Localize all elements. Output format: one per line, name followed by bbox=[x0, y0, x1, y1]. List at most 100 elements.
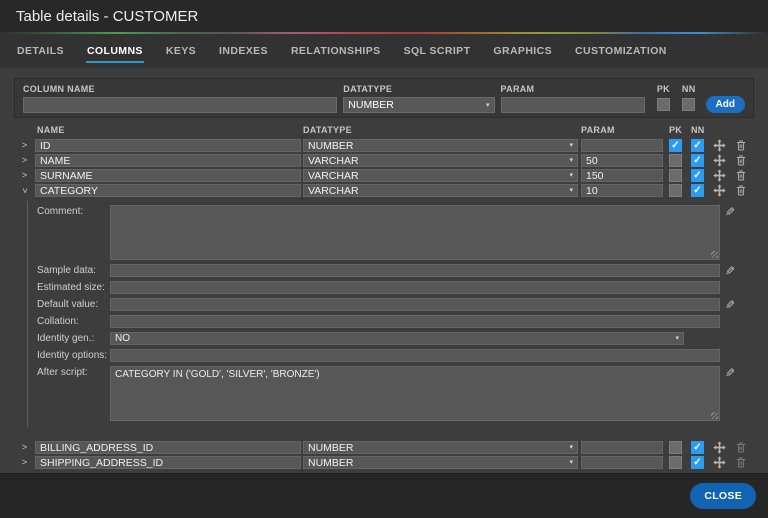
tab-customization[interactable]: CUSTOMIZATION bbox=[574, 41, 668, 63]
columns-tab-content: COLUMN NAME DATATYPE NUMBER ▾ PARAM PK N… bbox=[0, 68, 768, 473]
close-button[interactable]: CLOSE bbox=[690, 483, 756, 509]
trash-icon[interactable] bbox=[735, 139, 747, 152]
tab-relationships[interactable]: RELATIONSHIPS bbox=[290, 41, 382, 63]
add-column-form: COLUMN NAME DATATYPE NUMBER ▾ PARAM PK N… bbox=[14, 78, 754, 118]
chevron-down-icon: ▾ bbox=[675, 335, 679, 342]
nn-checkbox[interactable] bbox=[682, 98, 695, 111]
column-datatype-select[interactable]: NUMBER ▾ bbox=[303, 456, 578, 469]
add-column-button[interactable]: Add bbox=[706, 96, 745, 113]
chevron-right-icon[interactable]: > bbox=[14, 443, 35, 452]
tab-keys[interactable]: KEYS bbox=[165, 41, 197, 63]
trash-icon[interactable] bbox=[735, 441, 747, 454]
pk-checkbox[interactable] bbox=[669, 456, 682, 469]
nn-checkbox[interactable] bbox=[691, 169, 704, 182]
columns-list: NAME DATATYPE PARAM PK NN > NUMBER ▾ bbox=[14, 124, 754, 470]
pk-checkbox[interactable] bbox=[669, 154, 682, 167]
column-name-input[interactable] bbox=[23, 97, 337, 113]
column-name-field[interactable] bbox=[35, 169, 301, 182]
identity-options-label: Identity options: bbox=[37, 349, 110, 361]
trash-icon[interactable] bbox=[735, 169, 747, 182]
resize-grip-icon[interactable] bbox=[711, 251, 718, 258]
identity-options-input[interactable] bbox=[110, 349, 720, 362]
edit-pencil-icon[interactable]: ✎ bbox=[725, 299, 735, 311]
column-param-field[interactable] bbox=[581, 139, 663, 152]
pk-checkbox[interactable] bbox=[669, 184, 682, 197]
trash-icon[interactable] bbox=[735, 154, 747, 167]
default-value-input[interactable] bbox=[110, 298, 720, 311]
estimated-size-label: Estimated size: bbox=[37, 281, 110, 293]
column-datatype-select[interactable]: NUMBER ▾ bbox=[303, 139, 578, 152]
after-script-label: After script: bbox=[37, 366, 110, 378]
pk-checkbox[interactable] bbox=[669, 441, 682, 454]
column-name-field[interactable] bbox=[35, 441, 301, 454]
trash-icon[interactable] bbox=[735, 456, 747, 469]
chevron-right-icon[interactable]: > bbox=[14, 156, 35, 165]
identity-gen-select[interactable]: NO ▾ bbox=[110, 332, 684, 345]
datatype-select[interactable]: NUMBER ▾ bbox=[343, 97, 494, 113]
move-icon[interactable] bbox=[713, 441, 726, 454]
column-datatype-value: NUMBER bbox=[308, 457, 354, 469]
comment-label: Comment: bbox=[37, 205, 110, 217]
nn-checkbox[interactable] bbox=[691, 184, 704, 197]
chevron-right-icon[interactable]: > bbox=[14, 141, 35, 150]
sample-data-input[interactable] bbox=[110, 264, 720, 277]
pk-checkbox[interactable] bbox=[669, 139, 682, 152]
column-row-surname: > VARCHAR ▾ bbox=[14, 168, 754, 183]
move-icon[interactable] bbox=[713, 154, 726, 167]
tab-graphics[interactable]: GRAPHICS bbox=[492, 41, 553, 63]
column-datatype-select[interactable]: VARCHAR ▾ bbox=[303, 184, 578, 197]
column-name-field[interactable] bbox=[35, 154, 301, 167]
column-name-label: COLUMN NAME bbox=[23, 84, 337, 94]
tab-indexes[interactable]: INDEXES bbox=[218, 41, 269, 63]
tab-details[interactable]: DETAILS bbox=[16, 41, 65, 63]
param-label: PARAM bbox=[501, 84, 645, 94]
chevron-right-icon[interactable]: > bbox=[14, 171, 35, 180]
edit-pencil-icon[interactable]: ✎ bbox=[725, 265, 735, 277]
column-row-shipping-address-id: > NUMBER ▾ bbox=[14, 455, 754, 470]
chevron-down-icon[interactable]: > bbox=[20, 180, 29, 201]
column-param-field[interactable] bbox=[581, 169, 663, 182]
column-name-field[interactable] bbox=[35, 456, 301, 469]
comment-textarea[interactable] bbox=[110, 205, 720, 260]
nn-checkbox[interactable] bbox=[691, 139, 704, 152]
datatype-selected-value: NUMBER bbox=[348, 99, 394, 111]
edit-pencil-icon[interactable]: ✎ bbox=[725, 206, 735, 218]
tab-sql-script[interactable]: SQL SCRIPT bbox=[403, 41, 472, 63]
column-datatype-select[interactable]: VARCHAR ▾ bbox=[303, 154, 578, 167]
trash-icon[interactable] bbox=[735, 184, 747, 197]
move-icon[interactable] bbox=[713, 456, 726, 469]
column-datatype-select[interactable]: VARCHAR ▾ bbox=[303, 169, 578, 182]
chevron-down-icon: ▾ bbox=[569, 142, 573, 149]
column-name-field[interactable] bbox=[35, 184, 301, 197]
after-script-textarea[interactable]: CATEGORY IN ('GOLD', 'SILVER', 'BRONZE') bbox=[110, 366, 720, 421]
column-param-field[interactable] bbox=[581, 154, 663, 167]
move-icon[interactable] bbox=[713, 169, 726, 182]
nn-checkbox[interactable] bbox=[691, 154, 704, 167]
chevron-down-icon: ▾ bbox=[569, 187, 573, 194]
estimated-size-input[interactable] bbox=[110, 281, 720, 294]
chevron-right-icon[interactable]: > bbox=[14, 458, 35, 467]
nn-checkbox[interactable] bbox=[691, 456, 704, 469]
table-details-dialog: Table details - CUSTOMER DETAILS COLUMNS… bbox=[0, 0, 768, 518]
column-param-field[interactable] bbox=[581, 456, 663, 469]
collation-input[interactable] bbox=[110, 315, 720, 328]
column-datatype-select[interactable]: NUMBER ▾ bbox=[303, 441, 578, 454]
move-icon[interactable] bbox=[713, 139, 726, 152]
column-datatype-value: NUMBER bbox=[308, 442, 354, 454]
header-pk: PK bbox=[669, 125, 691, 135]
column-param-field[interactable] bbox=[581, 441, 663, 454]
column-row-name: > VARCHAR ▾ bbox=[14, 153, 754, 168]
column-param-field[interactable] bbox=[581, 184, 663, 197]
move-icon[interactable] bbox=[713, 184, 726, 197]
column-name-field[interactable] bbox=[35, 139, 301, 152]
pk-checkbox[interactable] bbox=[669, 169, 682, 182]
column-row-id: > NUMBER ▾ bbox=[14, 138, 754, 153]
edit-pencil-icon[interactable]: ✎ bbox=[725, 367, 735, 379]
pk-checkbox[interactable] bbox=[657, 98, 670, 111]
nn-checkbox[interactable] bbox=[691, 441, 704, 454]
resize-grip-icon[interactable] bbox=[711, 412, 718, 419]
nn-label: NN bbox=[682, 84, 696, 94]
column-datatype-value: VARCHAR bbox=[308, 185, 359, 197]
tab-columns[interactable]: COLUMNS bbox=[86, 41, 144, 63]
param-input[interactable] bbox=[501, 97, 645, 113]
